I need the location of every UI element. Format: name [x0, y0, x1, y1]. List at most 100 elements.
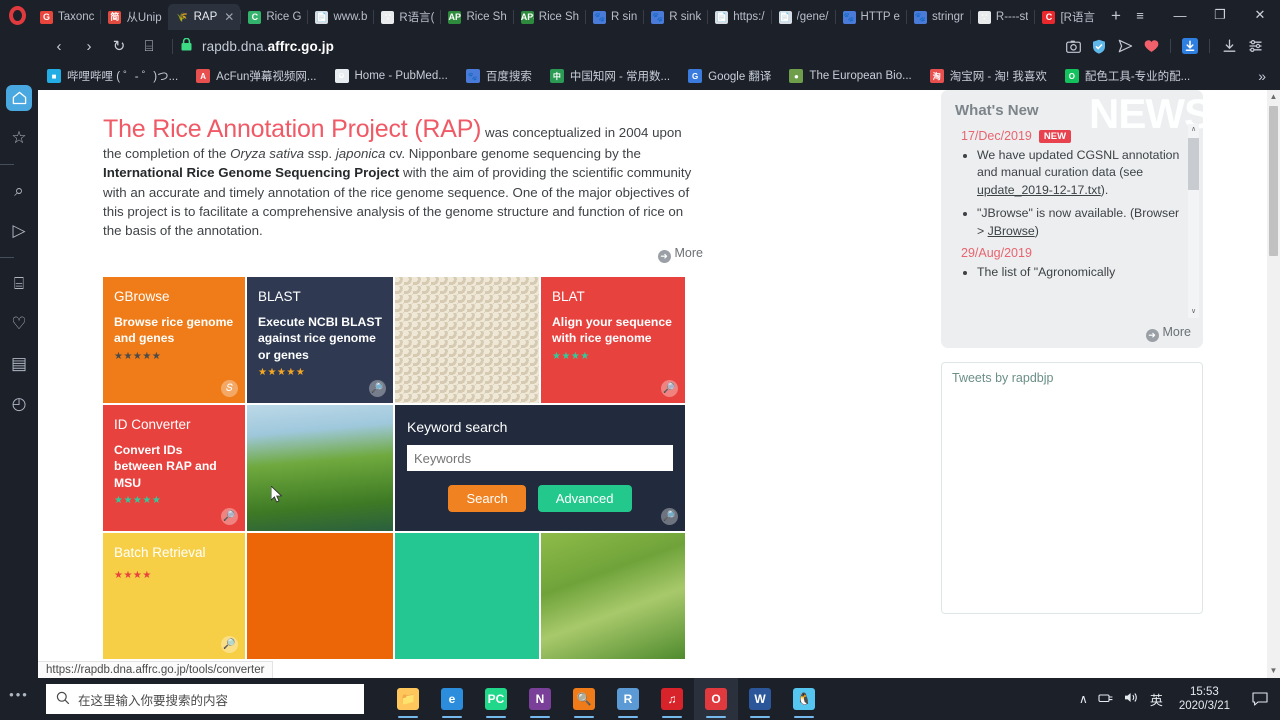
search-button[interactable]: Search — [448, 485, 526, 513]
keyword-search-title: Keyword search — [407, 419, 508, 436]
browser-tab[interactable]: APS Rice Sh — [512, 4, 585, 30]
tile-blast[interactable]: BLAST Execute NCBI BLAST against rice gen… — [247, 277, 393, 404]
scroll-up-arrow[interactable]: ▲ — [1267, 90, 1280, 104]
intro-more-label: More — [674, 246, 703, 261]
taskbar-app-pycharm[interactable]: PC — [474, 678, 518, 720]
notification-center-button[interactable] — [1246, 678, 1274, 720]
whats-new-scroll-down[interactable]: ∨ — [1188, 306, 1199, 318]
bookmarks-overflow-button[interactable]: » — [1258, 68, 1280, 84]
sidebar-home-icon — [6, 85, 32, 111]
taskbar-app-rstudio[interactable]: R — [606, 678, 650, 720]
taskbar-app-everything-search[interactable]: 🔍 — [562, 678, 606, 720]
sidebar-history[interactable]: ◴ — [0, 384, 38, 424]
scroll-down-arrow[interactable]: ▼ — [1267, 664, 1280, 678]
tray-chevron-icon[interactable]: ∧ — [1079, 692, 1088, 706]
sidebar-favorites[interactable]: ♡ — [0, 304, 38, 344]
heart-icon[interactable] — [1138, 33, 1164, 59]
vpn-shield-icon[interactable] — [1086, 33, 1112, 59]
bookmark-item[interactable]: O 配色工具-专业的配... — [1056, 68, 1199, 84]
reload-button[interactable]: ↻ — [104, 31, 134, 61]
whats-new-more-link[interactable]: ➜ More — [1145, 325, 1191, 342]
taskbar-app-onenote[interactable]: N — [518, 678, 562, 720]
sidebar-home[interactable] — [0, 78, 38, 118]
sidebar-news[interactable]: ▤ — [0, 344, 38, 384]
browser-tab[interactable]: 🌾 RAP ✕ — [167, 4, 241, 30]
easy-setup-icon[interactable] — [1242, 33, 1268, 59]
ime-indicator[interactable]: 英 — [1150, 690, 1163, 709]
scroll-thumb[interactable] — [1269, 106, 1278, 256]
intro-more-link[interactable]: ➜ More — [103, 246, 703, 264]
maximize-button[interactable]: ❐ — [1200, 0, 1240, 30]
browser-tab[interactable]: C [R语言 — [1034, 4, 1101, 30]
taskbar-clock[interactable]: 15:53 2020/3/21 — [1173, 685, 1236, 714]
bookmark-item[interactable]: 中中国知网 - 常用数... — [541, 68, 679, 84]
browser-tab[interactable]: 📄 /gene/ — [770, 4, 835, 30]
taskbar-app-microsoft-edge[interactable]: e — [430, 678, 474, 720]
downloads-active-icon[interactable] — [1177, 33, 1203, 59]
tab-close-icon[interactable]: ✕ — [224, 10, 234, 24]
taskbar-app-qq-app[interactable]: 🐧 — [782, 678, 826, 720]
whats-new-item-link[interactable]: JBrowse — [988, 224, 1035, 238]
browser-tab[interactable]: G Taxonc — [32, 4, 100, 30]
tab-menu-button[interactable]: ≡ — [1120, 0, 1160, 30]
taskbar-app-netease-music[interactable]: ♫ — [650, 678, 694, 720]
whats-new-scroll-thumb[interactable] — [1188, 138, 1199, 190]
taskbar-app-opera-browser[interactable]: O — [694, 678, 738, 720]
browser-tab[interactable]: ∵ R语言( — [373, 4, 440, 30]
back-button[interactable]: ‹ — [44, 31, 74, 61]
downloads-icon[interactable] — [1216, 33, 1242, 59]
taskbar-app-microsoft-word[interactable]: W — [738, 678, 782, 720]
tab-overview-button[interactable]: ⌸ — [134, 31, 164, 61]
address-bar[interactable]: rapdb.dna.affrc.go.jp — [202, 39, 334, 54]
browser-tab[interactable]: 🐾 stringr — [905, 4, 970, 30]
browser-tab[interactable]: 📄 https:/ — [707, 4, 770, 30]
bookmark-item[interactable]: A AcFun弹幕视频网... — [187, 68, 325, 84]
tile-blat[interactable]: BLAT Align your sequence with rice genome… — [541, 277, 685, 404]
browser-tab[interactable]: 🐾 R sink — [643, 4, 707, 30]
tile-description: Browse rice genome and genes — [114, 315, 234, 346]
bookmark-item[interactable]: 🐾 百度搜索 — [457, 68, 541, 84]
tile-batch-retrieval[interactable]: Batch Retrieval ★★★★ 🔎 — [103, 533, 245, 660]
browser-tab[interactable]: 📄 www.b — [307, 4, 373, 30]
taskbar-search-input[interactable]: 在这里输入你要搜索的内容 — [46, 684, 364, 714]
sidebar-speed-dial[interactable]: ☆ — [0, 118, 38, 158]
whats-new-item-link[interactable]: update_2019-12-17.txt — [977, 183, 1101, 197]
browser-tab[interactable]: ∵ R----st — [969, 4, 1035, 30]
browser-tab[interactable]: 简从Unip — [100, 4, 167, 30]
browser-tab[interactable]: C Rice G — [240, 4, 307, 30]
bookmark-item[interactable]: ● The European Bio... — [780, 69, 920, 83]
volume-icon[interactable] — [1124, 691, 1140, 707]
intro-cv: cv. Nipponbare genome sequencing by the — [385, 146, 641, 161]
minimize-button[interactable]: — — [1160, 0, 1200, 30]
tile-gbrowse[interactable]: GBrowse Browse rice genome and genes ★★★★★… — [103, 277, 245, 404]
baidu-icon: 🐾 — [465, 69, 480, 83]
bookmark-item[interactable]: 淘淘宝网 - 淘! 我喜欢 — [921, 68, 1056, 84]
tile-id-converter[interactable]: ID Converter Convert IDs between RAP and … — [103, 405, 245, 532]
browser-tab[interactable]: 🐾 HTTP e — [834, 4, 906, 30]
close-button[interactable]: ✕ — [1240, 0, 1280, 30]
send-to-device-icon[interactable] — [1112, 33, 1138, 59]
tile-title: Batch Retrieval — [114, 545, 206, 561]
snapshot-icon[interactable] — [1060, 33, 1086, 59]
tweets-label: Tweets by rapdbjp — [952, 371, 1054, 385]
advanced-search-button[interactable]: Advanced — [537, 485, 632, 513]
sidebar-messenger[interactable]: ▷ — [0, 211, 38, 251]
page-scrollbar[interactable]: ▲ ▼ — [1267, 90, 1280, 678]
twitter-widget[interactable]: Tweets by rapdbjp — [941, 362, 1203, 614]
browser-tab[interactable]: 🐾 R sin — [585, 4, 643, 30]
bookmark-label: AcFun弹幕视频网... — [216, 71, 317, 83]
bookmark-item[interactable]: ■ 哔哩哔哩 ( ゜- ゜)つ... — [38, 68, 187, 84]
sidebar-search[interactable]: ⌕ — [0, 171, 38, 211]
aps-favicon: APS — [520, 10, 534, 24]
bookmark-item[interactable]: ⎉ Home - PubMed... — [326, 69, 457, 83]
whats-new-scrollbar[interactable]: ∧ ∨ — [1188, 124, 1199, 318]
whats-new-scroll-up[interactable]: ∧ — [1188, 124, 1199, 136]
browser-tab[interactable]: APS Rice Sh — [440, 4, 512, 30]
sidebar-workspaces[interactable]: ⌸ — [0, 264, 38, 304]
bookmark-item[interactable]: G Google 翻译 — [679, 68, 780, 84]
network-icon[interactable] — [1098, 691, 1114, 707]
taskbar-app-file-explorer[interactable]: 📁 — [386, 678, 430, 720]
sidebar-more-button[interactable]: ••• — [9, 687, 29, 702]
forward-button[interactable]: › — [74, 31, 104, 61]
keyword-search-input[interactable] — [407, 445, 673, 472]
